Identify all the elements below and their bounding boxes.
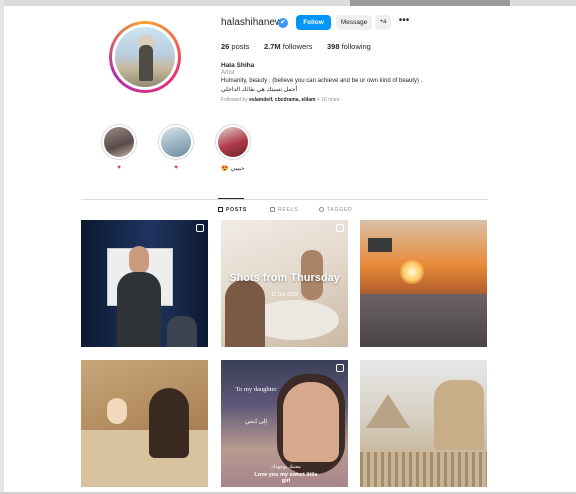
window-left-edge [0,0,4,494]
followers-count-value: 2.7M [264,42,281,51]
grid-icon [218,207,223,212]
following-count-value: 398 [327,42,340,51]
highlight-ring [101,124,137,160]
road-sign [368,238,392,252]
post-thumbnail[interactable] [81,220,208,347]
posts-count: 26 posts [221,42,249,51]
post-overlay-text-4: Love you my sweet little girl [254,472,318,484]
highlight-cover [161,127,191,157]
mother-shape [149,388,189,458]
presenter-body [117,272,161,347]
avatar-photo-person [139,45,153,81]
browser-top-strip-dark [350,0,510,6]
profile-username: halashihanew [221,17,283,28]
audience-body [167,316,197,347]
portrait-face [283,382,339,462]
highlight-cover [218,127,248,157]
posts-count-label: posts [229,42,250,51]
tab-reels-label: REELS [278,207,299,213]
story-highlight-3[interactable]: 😍 حبيبي [214,124,252,172]
followers-link[interactable]: 2.7M followers [264,42,312,51]
highlight-label: ♥ [117,165,121,171]
following-count-label: following [339,42,371,51]
post-overlay-text-2: إلى إبنتي [244,419,268,425]
highlight-ring [215,124,251,160]
profile-bio-line-2: أجمل نسيتك هي نقائك الداخلي [221,87,298,93]
tagged-icon [319,207,324,212]
baby-shape [107,398,127,424]
highlight-ring [158,124,194,160]
crowd-shape [360,452,487,487]
avatar-inner-ring [112,24,178,90]
avatar-photo [115,27,175,87]
followers-count-label: followers [280,42,313,51]
highlight-label: ♥ [174,165,178,171]
tab-posts-label: POSTS [226,207,247,213]
more-options-icon[interactable]: ••• [397,15,411,30]
multiple-photos-icon [336,224,344,232]
profile-category: Artist [221,70,235,76]
followed-by-link[interactable]: Followed by eslamdeif, cbcdrama, elilam … [221,97,340,103]
follow-button[interactable]: Follow [296,15,331,30]
post-overlay-date: 11 Oct 2022 [271,292,298,298]
tab-posts[interactable]: POSTS [218,207,247,213]
profile-bio-line-1: Humanity, beauty , (believe you can achi… [221,78,423,84]
profile-avatar[interactable] [109,21,181,93]
highlight-label: 😍 حبيبي [221,166,245,172]
story-highlight-2[interactable]: ♥ [157,124,195,171]
reel-icon [196,224,204,232]
post-thumbnail[interactable]: Shots from Thursday 11 Oct 2022 [221,220,348,347]
post-thumbnail[interactable] [360,360,487,487]
followed-by-prefix: Followed by [221,97,250,103]
presenter-head [129,246,149,274]
message-button[interactable]: Message [336,15,372,30]
pyramid-shape [366,394,410,428]
story-highlight-1[interactable]: ♥ [100,124,138,171]
following-link[interactable]: 398 following [327,42,371,51]
post-overlay-title: Shots from Thursday [229,272,340,284]
tab-reels[interactable]: REELS [270,207,298,213]
post-thumbnail[interactable] [81,360,208,487]
person-shape [225,280,265,347]
tab-tagged-label: TAGGED [327,207,353,213]
post-overlay-text-1: To my daughter [235,386,277,393]
verified-badge-icon: ✔ [278,18,288,28]
post-thumbnail[interactable] [360,220,487,347]
followed-by-suffix: + 16 more [315,97,340,103]
post-thumbnail[interactable]: To my daughter إلى إبنتي معنىك بوجودك Lo… [221,360,348,487]
active-tab-indicator [218,198,244,199]
followed-by-names: eslamdeif, cbcdrama, elilam [249,97,316,103]
tabs-divider [81,199,488,200]
road-shape [360,294,487,347]
reels-icon [270,207,275,212]
suggested-accounts-button[interactable]: +a [375,15,391,30]
sphinx-shape [434,380,484,450]
tab-tagged[interactable]: TAGGED [319,207,353,213]
post-overlay-text-3: معنىك بوجودك [271,464,301,470]
reel-icon [336,364,344,372]
highlight-cover [104,127,134,157]
sunset-sun [400,260,424,284]
profile-full-name: Hala Shiha [221,62,255,69]
